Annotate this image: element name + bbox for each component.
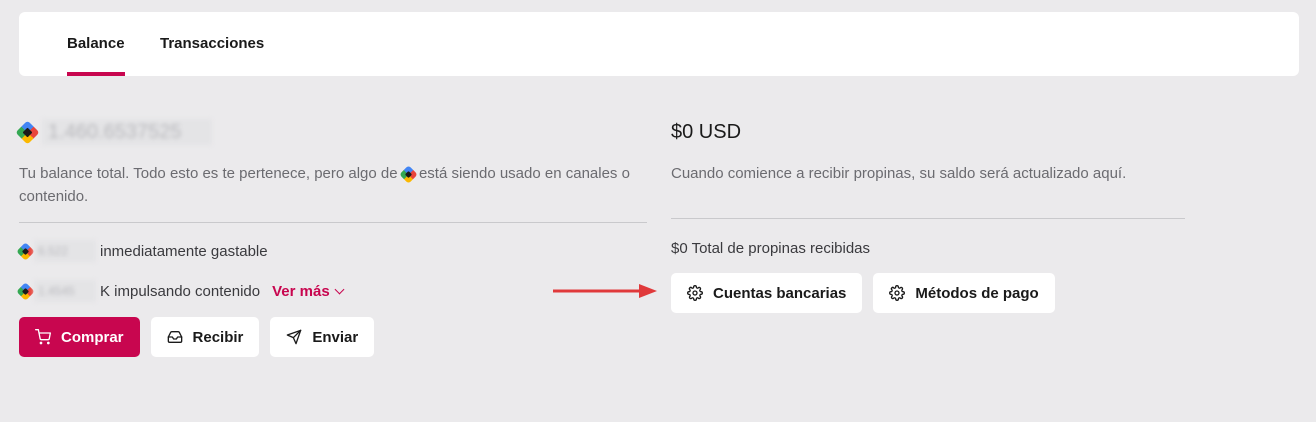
inbox-icon [167, 331, 182, 343]
gear-icon [687, 285, 703, 301]
balance-total-row: 1.460.6537525 [15, 116, 647, 148]
lbc-credits-icon [16, 241, 35, 261]
boosting-label: K impulsando contenido [100, 282, 261, 300]
balance-description: Tu balance total. Todo esto es te perten… [19, 164, 630, 205]
payment-methods-button[interactable]: Métodos de pago [873, 273, 1055, 313]
boosting-amount: 1.4545 [34, 280, 96, 302]
tabs-bar: Balance Transacciones [19, 12, 1299, 76]
bank-accounts-button[interactable]: Cuentas bancarias [671, 273, 863, 313]
cart-icon [35, 329, 51, 345]
tab-balance[interactable]: Balance [67, 12, 125, 76]
tips-total: $0 Total de propinas recibidas [671, 240, 871, 257]
tips-section: $0 USD Cuando comience a recibir propina… [671, 116, 1185, 313]
tab-transacciones[interactable]: Transacciones [160, 12, 264, 76]
balance-amount: 1.460.6537525 [42, 119, 212, 145]
receive-button[interactable]: Recibir [150, 317, 260, 357]
spendable-label: inmediatamente gastable [100, 242, 268, 260]
gear-icon [889, 285, 906, 301]
lbc-credits-icon [15, 119, 40, 145]
tips-actions: Cuentas bancarias Métodos de pago [671, 273, 1185, 313]
send-button[interactable]: Enviar [270, 317, 375, 357]
chevron-down-icon [334, 284, 345, 294]
wallet-actions: Comprar Recibir Enviar [19, 317, 647, 357]
balance-section: 1.460.6537525 Tu balance total. Todo est… [15, 116, 647, 357]
spendable-line: 6.522 inmediatamente gastable [16, 239, 647, 263]
annotation-arrow-icon [553, 284, 657, 298]
lbc-credits-icon [16, 281, 35, 301]
tips-balance: $0 USD [671, 121, 742, 143]
lbc-credits-icon [399, 164, 418, 184]
ver-mas-link[interactable]: Ver más [272, 283, 345, 300]
buy-button[interactable]: Comprar [19, 317, 140, 357]
tips-description: Cuando comience a recibir propinas, su s… [671, 165, 1127, 182]
spendable-amount: 6.522 [34, 240, 96, 262]
send-icon [287, 329, 302, 345]
divider [19, 222, 647, 223]
divider [671, 218, 1185, 219]
